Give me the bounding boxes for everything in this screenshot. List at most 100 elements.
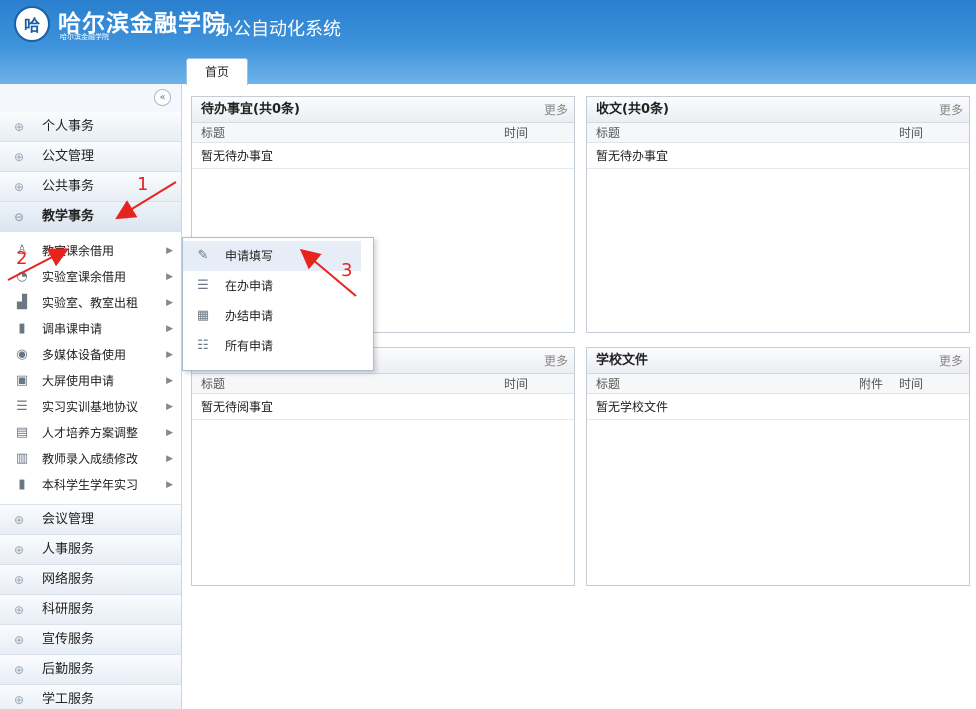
tab-home[interactable]: 首页 xyxy=(186,58,248,85)
col-title: 标题 xyxy=(201,377,226,391)
collapse-icon[interactable]: « xyxy=(154,89,171,106)
sidebar-item-multimedia[interactable]: ◉ 多媒体设备使用 ▶ xyxy=(0,342,181,368)
school-logo: 哈 xyxy=(14,6,50,42)
sidebar-group-network[interactable]: ⊕ 网络服务 xyxy=(0,565,181,595)
col-title: 标题 xyxy=(596,377,621,391)
school-subtitle: 哈尔滨金融学院 xyxy=(60,33,109,41)
more-link[interactable]: 更多 xyxy=(544,97,568,123)
sidebar-group-research[interactable]: ⊕ 科研服务 xyxy=(0,595,181,625)
column-header: 标题 时间 xyxy=(587,123,969,143)
app-header: 哈 哈尔滨金融学院 哈尔滨金融学院 办公自动化系统 首页 xyxy=(0,0,976,85)
edit-doc-icon: ▤ xyxy=(15,425,29,440)
sidebar-item-class-swap[interactable]: ▮ 调串课申请 ▶ xyxy=(0,316,181,342)
sidebar-item-label: 调串课申请 xyxy=(42,322,103,336)
chevron-right-icon: ▶ xyxy=(166,350,173,360)
plus-circle-icon: ⊕ xyxy=(14,633,25,647)
panel-title: 待办事宜(共0条) 更多 xyxy=(192,97,574,123)
sidebar-item-label: 多媒体设备使用 xyxy=(42,348,127,362)
plus-circle-icon: ⊕ xyxy=(14,573,25,587)
col-time: 时间 xyxy=(898,377,923,391)
plus-circle-icon: ⊕ xyxy=(14,513,25,527)
plus-circle-icon: ⊕ xyxy=(14,693,25,707)
menu-item-apply-fill[interactable]: ✎ 申请填写 xyxy=(183,241,361,271)
col-attachment: 附件 xyxy=(858,377,883,391)
sidebar-group-personal[interactable]: ⊕ 个人事务 xyxy=(0,112,181,142)
menu-item-label: 申请填写 xyxy=(225,249,274,263)
empty-message: 暂无学校文件 xyxy=(587,394,969,420)
panel-to-read: 更多 标题 时间 暂无待阅事宜 xyxy=(191,347,575,586)
sidebar-item-label: 教师录入成绩修改 xyxy=(42,452,139,466)
menu-item-all[interactable]: ☷ 所有申请 xyxy=(183,331,373,361)
more-link[interactable]: 更多 xyxy=(939,348,963,374)
submenu-flyout: ✎ 申请填写 ☰ 在办申请 ▦ 办结申请 ☷ 所有申请 xyxy=(182,237,374,371)
person-walk-icon: ▮ xyxy=(18,477,26,492)
sidebar-item-grade-modify[interactable]: ▥ 教师录入成绩修改 ▶ xyxy=(0,446,181,472)
sidebar-group-student-affairs[interactable]: ⊕ 学工服务 xyxy=(0,685,181,709)
more-link[interactable]: 更多 xyxy=(939,97,963,123)
panel-title-text: 收文(共0条) xyxy=(596,102,669,117)
sidebar-group-label: 宣传服务 xyxy=(42,632,95,647)
sidebar-group-logistics[interactable]: ⊕ 后勤服务 xyxy=(0,655,181,685)
sidebar-group-public[interactable]: ⊕ 公共事务 xyxy=(0,172,181,202)
sidebar-collapse-bar: « xyxy=(0,84,181,112)
sidebar-group-label: 网络服务 xyxy=(42,572,95,587)
sidebar-item-label: 本科学生学年实习 xyxy=(42,478,139,492)
media-icon: ◉ xyxy=(16,347,28,362)
minus-circle-icon: ⊖ xyxy=(14,210,25,224)
sidebar-group-label: 公共事务 xyxy=(42,179,95,194)
col-time: 时间 xyxy=(503,126,528,140)
col-title: 标题 xyxy=(596,126,621,140)
column-header: 标题 时间 xyxy=(192,123,574,143)
chevron-right-icon: ▶ xyxy=(166,246,173,256)
person-walk-icon: ▮ xyxy=(18,321,26,336)
menu-item-completed[interactable]: ▦ 办结申请 xyxy=(183,301,373,331)
list-icon: ☰ xyxy=(16,399,28,414)
sidebar-group-label: 人事服务 xyxy=(42,542,95,557)
sidebar-group-label: 后勤服务 xyxy=(42,662,95,677)
sidebar-item-training-plan[interactable]: ▤ 人才培养方案调整 ▶ xyxy=(0,420,181,446)
sidebar-item-rental[interactable]: ▟ 实验室、教室出租 ▶ xyxy=(0,290,181,316)
chevron-right-icon: ▶ xyxy=(166,402,173,412)
sidebar-item-undergrad-internship[interactable]: ▮ 本科学生学年实习 ▶ xyxy=(0,472,181,498)
panel-title-text: 学校文件 xyxy=(596,353,649,368)
bar-chart-icon: ▟ xyxy=(17,295,27,310)
sidebar-group-label: 学工服务 xyxy=(42,692,95,707)
plus-circle-icon: ⊕ xyxy=(14,120,25,134)
plus-circle-icon: ⊕ xyxy=(14,603,25,617)
sidebar-group-label: 个人事务 xyxy=(42,119,95,134)
sidebar-item-label: 实验室课余借用 xyxy=(42,270,127,284)
sidebar-item-big-screen[interactable]: ▣ 大屏使用申请 ▶ xyxy=(0,368,181,394)
screen-icon: ▣ xyxy=(15,373,29,388)
panel-inbox: 收文(共0条) 更多 标题 时间 暂无待办事宜 xyxy=(586,96,970,333)
system-name: 办公自动化系统 xyxy=(215,19,341,40)
column-header: 标题 时间 xyxy=(192,374,574,394)
menu-item-label: 办结申请 xyxy=(225,309,274,323)
plus-circle-icon: ⊕ xyxy=(14,543,25,557)
column-header: 标题 附件 时间 xyxy=(587,374,969,394)
sidebar-group-label: 会议管理 xyxy=(42,512,95,527)
sidebar-item-label: 教室课余借用 xyxy=(42,244,115,258)
chevron-right-icon: ▶ xyxy=(166,428,173,438)
tab-bar: 首页 xyxy=(0,56,976,85)
panel-title-text: 待办事宜(共0条) xyxy=(201,102,300,117)
plus-circle-icon: ⊕ xyxy=(14,150,25,164)
sidebar-group-meeting[interactable]: ⊕ 会议管理 xyxy=(0,505,181,535)
sidebar-group-hr[interactable]: ⊕ 人事服务 xyxy=(0,535,181,565)
doc-check-icon: ▥ xyxy=(15,451,29,466)
plus-circle-icon: ⊕ xyxy=(14,663,25,677)
chevron-right-icon: ▶ xyxy=(166,298,173,308)
sidebar-sub-list: ♙ 教室课余借用 ▶ ◔ 实验室课余借用 ▶ ▟ 实验室、教室出租 ▶ ▮ 调串… xyxy=(0,232,181,505)
sidebar-group-label: 科研服务 xyxy=(42,602,95,617)
sidebar-group-publicity[interactable]: ⊕ 宣传服务 xyxy=(0,625,181,655)
more-link[interactable]: 更多 xyxy=(544,348,568,374)
edit-icon: ✎ xyxy=(197,248,209,263)
chevron-right-icon: ▶ xyxy=(166,454,173,464)
chevron-right-icon: ▶ xyxy=(166,272,173,282)
sidebar-group-teaching[interactable]: ⊖ 教学事务 xyxy=(0,202,181,232)
sidebar: « ⊕ 个人事务 ⊕ 公文管理 ⊕ 公共事务 ⊖ 教学事务 ♙ 教室课余借用 ▶… xyxy=(0,84,182,709)
col-time: 时间 xyxy=(898,126,923,140)
sidebar-group-documents[interactable]: ⊕ 公文管理 xyxy=(0,142,181,172)
col-time: 时间 xyxy=(503,377,528,391)
panel-school-files: 学校文件 更多 标题 附件 时间 暂无学校文件 xyxy=(586,347,970,586)
sidebar-item-internship-agreement[interactable]: ☰ 实习实训基地协议 ▶ xyxy=(0,394,181,420)
